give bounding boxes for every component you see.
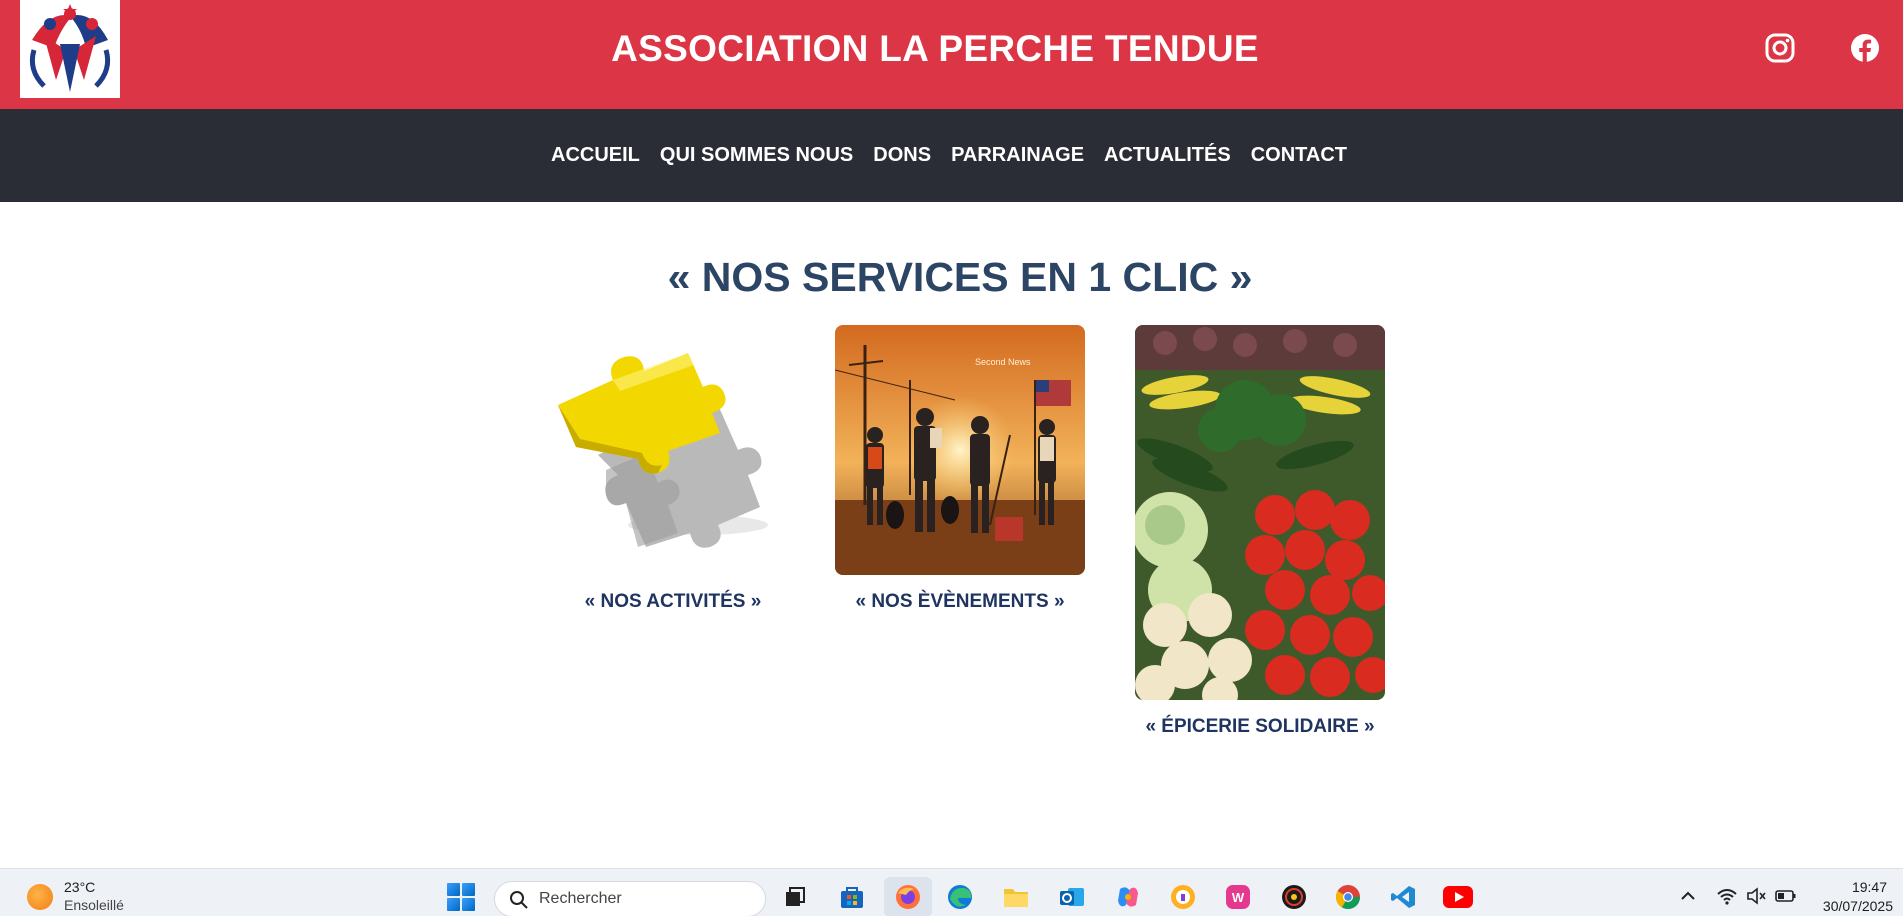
radio-icon[interactable]: [1278, 881, 1310, 913]
vscode-icon[interactable]: [1387, 881, 1419, 913]
clock-date[interactable]: 30/07/2025: [1823, 898, 1893, 914]
nav-item-parrainage[interactable]: PARRAINAGE: [951, 144, 1084, 167]
copilot-icon[interactable]: [1112, 881, 1144, 913]
services-title: « NOS SERVICES EN 1 CLIC »: [667, 254, 1253, 300]
nav-item-qui-sommes-nous[interactable]: QUI SOMMES NOUS: [660, 144, 853, 167]
wifi-icon[interactable]: [1716, 885, 1738, 907]
nav-item-accueil[interactable]: ACCUEIL: [551, 144, 640, 167]
chrome-icon[interactable]: [1332, 881, 1364, 913]
store-icon[interactable]: [836, 881, 868, 913]
task-view-icon[interactable]: [779, 881, 811, 913]
svg-text:W: W: [1232, 890, 1245, 905]
wamp-icon[interactable]: W: [1222, 881, 1254, 913]
volunteers-illustration-image[interactable]: Second News: [835, 325, 1085, 575]
main-nav: ACCUEIL QUI SOMMES NOUS DONS PARRAINAGE …: [0, 109, 1903, 202]
card-label-epicerie[interactable]: « ÉPICERIE SOLIDAIRE »: [1135, 716, 1385, 738]
nav-item-contact[interactable]: CONTACT: [1251, 144, 1347, 167]
vegetable-market-image[interactable]: [1135, 325, 1385, 700]
card-label-activites[interactable]: « NOS ACTIVITÉS »: [548, 591, 798, 613]
sun-icon[interactable]: [27, 884, 53, 910]
weather-temp[interactable]: 23°C: [64, 879, 95, 895]
site-title: ASSOCIATION LA PERCHE TENDUE: [611, 28, 1259, 69]
instagram-icon[interactable]: [1765, 33, 1795, 63]
facebook-icon[interactable]: [1850, 33, 1880, 63]
battery-icon[interactable]: [1775, 885, 1797, 907]
puzzle-pieces-image[interactable]: [548, 325, 798, 575]
windows-start-icon[interactable]: [447, 883, 475, 911]
card-label-evenements[interactable]: « NOS ÈVÈNEMENTS »: [835, 591, 1085, 613]
search-input[interactable]: [539, 888, 749, 910]
nav-item-actualites[interactable]: ACTUALITÉS: [1104, 144, 1231, 167]
volume-muted-icon[interactable]: [1745, 885, 1767, 907]
clock-time[interactable]: 19:47: [1852, 879, 1887, 895]
firefox-icon[interactable]: [884, 877, 932, 916]
windows-taskbar: 23°C Ensoleillé Rechercher W 19:47 30/07…: [0, 868, 1903, 916]
taskbar-search[interactable]: [494, 881, 766, 916]
search-icon: [510, 891, 528, 909]
youtube-icon[interactable]: [1442, 881, 1474, 913]
chevron-up-icon[interactable]: [1677, 885, 1699, 907]
page: ASSOCIATION LA PERCHE TENDUE ACCUEIL QUI…: [0, 0, 1903, 916]
nav-item-dons[interactable]: DONS: [873, 144, 931, 167]
site-header: ASSOCIATION LA PERCHE TENDUE: [0, 0, 1903, 109]
image-caption: Second News: [975, 357, 1031, 367]
vpn-icon[interactable]: [1167, 881, 1199, 913]
file-explorer-icon[interactable]: [1000, 881, 1032, 913]
edge-icon[interactable]: [944, 881, 976, 913]
outlook-icon[interactable]: [1056, 881, 1088, 913]
weather-desc[interactable]: Ensoleillé: [64, 897, 124, 913]
